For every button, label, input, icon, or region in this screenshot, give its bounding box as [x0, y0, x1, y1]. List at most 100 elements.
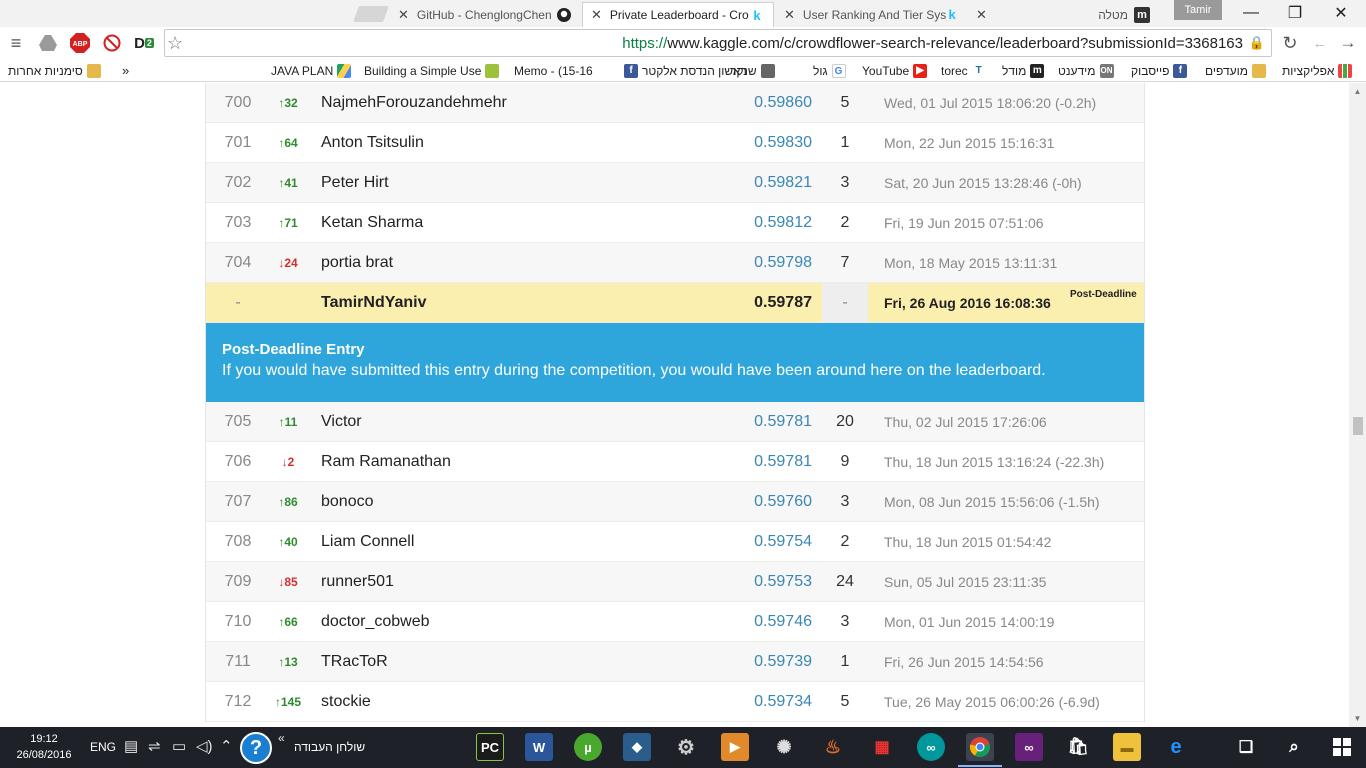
team-name[interactable]: TamirNdYaniv	[321, 283, 427, 323]
leaderboard-row[interactable]: 711 ↑13 TRacToR 0.59739 1 Fri, 26 Jun 2015 14…	[206, 642, 1144, 682]
arduino-icon[interactable]: ∞	[917, 733, 945, 761]
close-tab-icon[interactable]: ✕	[976, 7, 987, 23]
tab-matala[interactable]: ✕ מטלה m	[968, 2, 1158, 27]
back-icon[interactable]: →	[1336, 31, 1360, 55]
show-hidden-icons[interactable]: ⌃	[220, 737, 233, 755]
tab-private-leaderboard[interactable]: ✕ Private Leaderboard - Cro k	[582, 2, 774, 27]
start-button[interactable]	[1328, 733, 1356, 761]
search-icon[interactable]: ⌕	[1280, 733, 1308, 761]
network-icon[interactable]: ⇌	[148, 737, 161, 755]
bookmark-java-plan[interactable]: JAVA PLAN	[271, 62, 352, 79]
leaderboard-row[interactable]: 705 ↑11 Victor 0.59781 20 Thu, 02 Jul 2015 17…	[206, 402, 1144, 442]
close-tab-icon[interactable]: ✕	[398, 7, 409, 23]
leaderboard-row[interactable]: 701 ↑64 Anton Tsitsulin 0.59830 1 Mon, 22 Jun…	[206, 123, 1144, 163]
scroll-up-icon[interactable]: ▲	[1349, 83, 1366, 100]
team-name[interactable]: Peter Hirt	[321, 163, 389, 203]
bookmark-facebook[interactable]: פייסבוק f	[1131, 62, 1188, 79]
team-name[interactable]: Anton Tsitsulin	[321, 123, 424, 163]
desktop-toolbar-label[interactable]: שולחן העבודה	[294, 740, 365, 754]
battery-icon[interactable]: ▭	[172, 737, 186, 755]
volume-icon[interactable]: ◁)	[196, 737, 213, 755]
media-player-icon[interactable]: ▶	[721, 733, 749, 761]
bookmark-shenkar[interactable]: שנקר	[730, 62, 775, 79]
leaderboard-row[interactable]: 709 ↓85 runner501 0.59753 24 Sun, 05 Jul 2015…	[206, 562, 1144, 602]
team-name[interactable]: stockie	[321, 682, 371, 722]
restore-icon[interactable]: ❐	[1272, 0, 1318, 26]
team-name[interactable]: bonoco	[321, 482, 374, 522]
leaderboard-row[interactable]: 703 ↑71 Ketan Sharma 0.59812 2 Fri, 19 Jun 20…	[206, 203, 1144, 243]
leaderboard-row[interactable]: 704 ↓24 portia brat 0.59798 7 Mon, 18 May 201…	[206, 243, 1144, 283]
adblock-plus-icon[interactable]: ABP	[68, 31, 92, 55]
close-tab-icon[interactable]: ✕	[784, 7, 795, 23]
team-name[interactable]: portia brat	[321, 243, 393, 283]
forward-icon[interactable]: ←	[1308, 31, 1332, 55]
menu-icon[interactable]: ≡	[4, 31, 28, 55]
bookmark-favorites[interactable]: מועדפים	[1205, 62, 1266, 79]
profile-button[interactable]: Tamir	[1174, 0, 1222, 20]
camera-app-icon[interactable]: ✺	[770, 733, 798, 761]
leaderboard-row[interactable]: 710 ↑66 doctor_cobweb 0.59746 3 Mon, 01 Jun 2…	[206, 602, 1144, 642]
chrome-icon[interactable]	[958, 733, 1002, 767]
leaderboard-row[interactable]: 706 ↓2 Ram Ramanathan 0.59781 9 Thu, 18 Jun 2…	[206, 442, 1144, 482]
team-name[interactable]: runner501	[321, 562, 394, 602]
minimize-icon[interactable]: —	[1228, 0, 1274, 26]
team-name[interactable]: TRacToR	[321, 642, 388, 682]
scroll-thumb[interactable]	[1353, 417, 1363, 435]
team-name[interactable]: Victor	[321, 402, 362, 442]
team-name[interactable]: Ketan Sharma	[321, 203, 423, 243]
team-name[interactable]: Liam Connell	[321, 522, 414, 562]
leaderboard-row[interactable]: 708 ↑40 Liam Connell 0.59754 2 Thu, 18 Jun 20…	[206, 522, 1144, 562]
address-bar[interactable]: ☆ https://www.kaggle.com/c/crowdflower-s…	[164, 29, 1272, 57]
pycharm-icon[interactable]: PC	[476, 733, 504, 761]
team-name[interactable]: NajmehForouzandehmehr	[321, 83, 507, 123]
close-tab-icon[interactable]: ✕	[591, 7, 602, 23]
bookmark-building-simple[interactable]: Building a Simple Use	[364, 62, 500, 79]
reload-icon[interactable]: ↻	[1278, 31, 1302, 55]
new-tab-button[interactable]	[353, 6, 389, 22]
utorrent-icon[interactable]: µ	[574, 733, 602, 761]
bookmark-star-icon[interactable]: ☆	[167, 33, 183, 54]
edge-icon[interactable]: e	[1162, 733, 1190, 761]
popcorn-app-icon[interactable]: ▦	[868, 733, 896, 761]
bookmark-apps[interactable]: אפליקציות	[1282, 62, 1353, 79]
bookmark-engineering[interactable]: f ראשון הנדסת אלקטר	[624, 62, 747, 79]
bookmark-gol[interactable]: גול G	[813, 62, 846, 79]
settings-icon[interactable]: ⚙	[672, 733, 700, 761]
action-center-icon[interactable]: ▤	[124, 737, 138, 755]
leaderboard-row[interactable]: 700 ↑32 NajmehForouzandehmehr 0.59860 5 Wed, …	[206, 83, 1144, 123]
clock[interactable]: 19:12 26/08/2016	[6, 731, 82, 763]
user-entry-row[interactable]: - TamirNdYaniv 0.59787 - Fri, 26 Aug 201…	[206, 283, 1144, 323]
vertical-scrollbar[interactable]: ▲ ▼	[1349, 83, 1366, 727]
d2-extension-icon[interactable]: D2	[132, 31, 156, 55]
store-icon[interactable]: 🛍	[1064, 733, 1092, 761]
bookmark-moodle[interactable]: מודל m	[1002, 62, 1045, 79]
visual-studio-icon[interactable]: ∞	[1015, 733, 1043, 761]
word-icon[interactable]: W	[525, 733, 553, 761]
task-view-icon[interactable]: ❑	[1232, 733, 1260, 761]
url-text[interactable]: https://www.kaggle.com/c/crowdflower-sea…	[622, 35, 1243, 52]
close-window-icon[interactable]: ✕	[1318, 0, 1364, 26]
lock-icon[interactable]: 🔒	[1249, 35, 1265, 51]
drive-extension-icon[interactable]	[36, 31, 60, 55]
bookmark-memo[interactable]: Memo - (15-16	[514, 62, 593, 79]
bookmark-torec[interactable]: torec T	[941, 62, 986, 79]
language-indicator[interactable]: ENG	[90, 740, 116, 754]
scroll-down-icon[interactable]: ▼	[1349, 710, 1366, 727]
leaderboard-row[interactable]: 702 ↑41 Peter Hirt 0.59821 3 Sat, 20 Jun 2015…	[206, 163, 1144, 203]
leaderboard-row[interactable]: 712 ↑145 stockie 0.59734 5 Tue, 26 May 2015 0…	[206, 682, 1144, 722]
tab-github[interactable]: ✕ GitHub - ChenglongChen	[390, 2, 580, 27]
team-name[interactable]: Ram Ramanathan	[321, 442, 451, 482]
flame-app-icon[interactable]: ♨	[819, 733, 847, 761]
desktop-chevron-icon[interactable]: «	[278, 731, 285, 745]
team-name[interactable]: doctor_cobweb	[321, 602, 430, 642]
tab-user-ranking[interactable]: ✕ User Ranking And Tier Sys k	[776, 2, 966, 27]
bookmarks-overflow[interactable]: »	[122, 62, 129, 79]
help-icon[interactable]: ?	[240, 732, 272, 764]
bookmark-midanet[interactable]: מידענט ON	[1058, 62, 1114, 79]
other-bookmarks[interactable]: סימניות אחרות	[8, 62, 101, 79]
blocker-extension-icon[interactable]	[100, 31, 124, 55]
leaderboard-row[interactable]: 707 ↑86 bonoco 0.59760 3 Mon, 08 Jun 2015 15:…	[206, 482, 1144, 522]
file-explorer-icon[interactable]: ▬	[1113, 733, 1141, 761]
tool-app-icon[interactable]: ◆	[623, 733, 651, 761]
bookmark-youtube[interactable]: YouTube ▶	[862, 62, 928, 79]
